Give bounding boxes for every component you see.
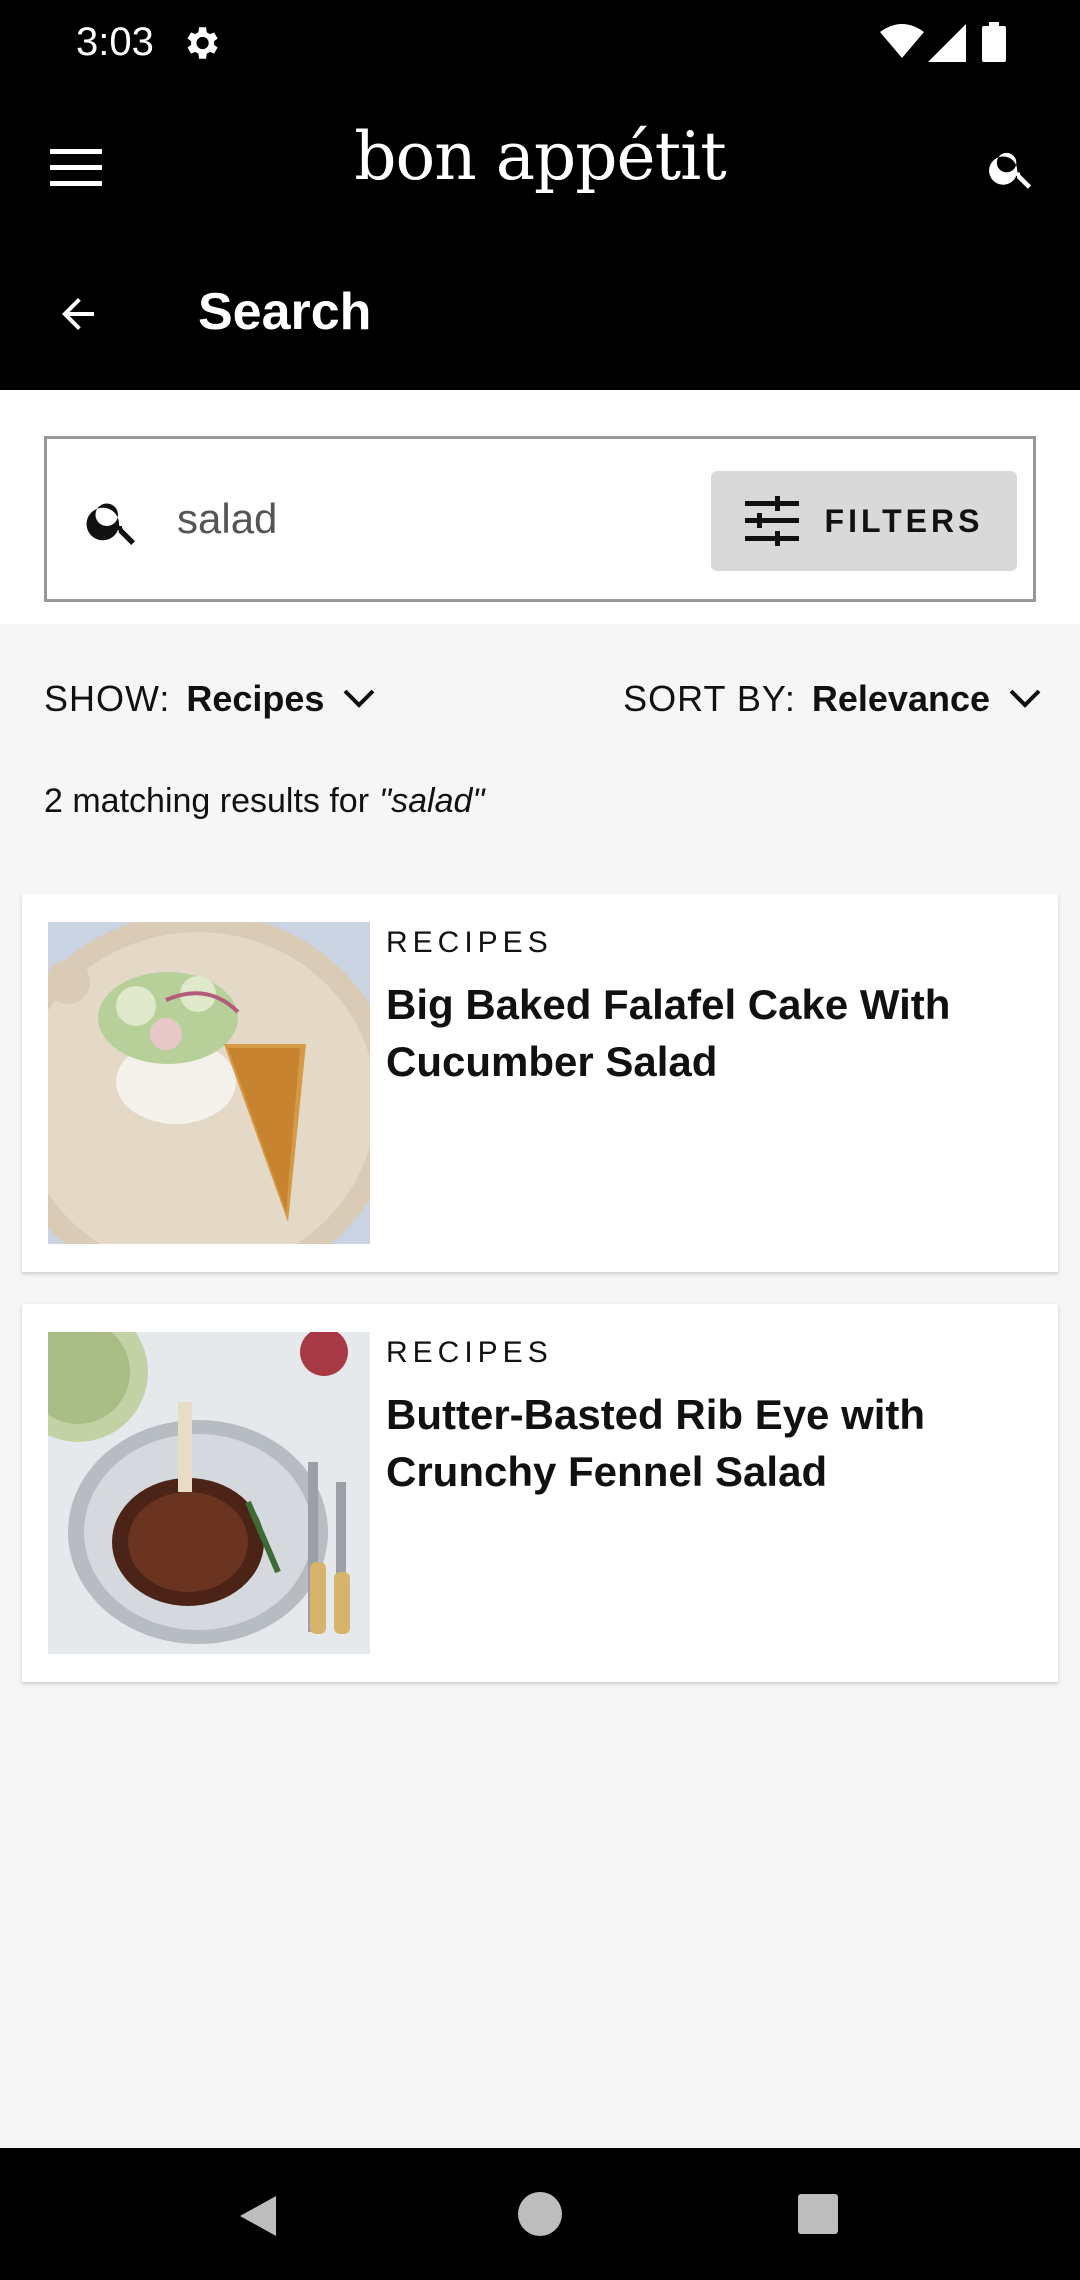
filter-sliders-icon (744, 496, 799, 546)
back-arrow-icon (62, 298, 94, 330)
system-nav-bar (0, 2148, 1080, 2280)
show-label: SHOW: (44, 678, 171, 719)
nav-home-icon[interactable] (518, 2192, 562, 2236)
result-title[interactable]: Butter-Basted Rib Eye with Crunchy Fenne… (386, 1386, 1006, 1500)
sort-dropdown[interactable]: SORT BY: Relevance (623, 678, 1042, 720)
sort-label: SORT BY: (623, 678, 796, 719)
result-card[interactable]: RECIPES Butter-Basted Rib Eye with Crunc… (22, 1304, 1058, 1682)
wifi-icon (880, 24, 924, 58)
status-time: 3:03 (76, 20, 154, 64)
falafel-photo-icon (48, 922, 370, 1244)
brand-logo[interactable]: bon appétit (0, 118, 1080, 195)
result-category: RECIPES (386, 1336, 553, 1369)
chevron-down-icon (344, 689, 375, 708)
recipe-image-ribeye[interactable] (48, 1332, 370, 1654)
nav-back-icon[interactable] (236, 2194, 280, 2238)
filters-button[interactable]: FILTERS (711, 471, 1017, 571)
search-input[interactable]: salad (177, 495, 277, 543)
result-card[interactable]: RECIPES Big Baked Falafel Cake With Cucu… (22, 894, 1058, 1272)
search-button[interactable] (972, 128, 1052, 208)
nav-recents-icon[interactable] (798, 2194, 838, 2234)
search-input-box[interactable]: salad FILTERS (44, 436, 1036, 602)
app-bar: bon appétit Search (0, 88, 1080, 390)
chevron-down-icon (1009, 689, 1041, 708)
results-count: 2 matching results for "salad" (44, 782, 484, 821)
result-category: RECIPES (386, 926, 553, 959)
recipe-image-falafel[interactable] (48, 922, 370, 1244)
page-title: Search (198, 283, 372, 341)
settings-gear-icon (187, 27, 218, 59)
results-query: "salad" (379, 782, 485, 820)
show-value: Recipes (186, 678, 325, 719)
sort-value: Relevance (811, 678, 990, 719)
battery-icon (982, 22, 1006, 62)
search-icon (989, 152, 1032, 189)
search-field-icon (86, 503, 135, 545)
status-bar: 3:03 (0, 0, 1080, 88)
show-dropdown[interactable]: SHOW: Recipes (44, 678, 376, 720)
filters-label: FILTERS (824, 502, 984, 539)
results-count-text: 2 matching results for (44, 782, 370, 820)
back-button[interactable] (38, 274, 118, 354)
cell-signal-icon (928, 24, 966, 62)
result-title[interactable]: Big Baked Falafel Cake With Cucumber Sal… (386, 976, 1006, 1090)
search-area: salad FILTERS (0, 390, 1080, 624)
ribeye-photo-icon (48, 1332, 370, 1654)
